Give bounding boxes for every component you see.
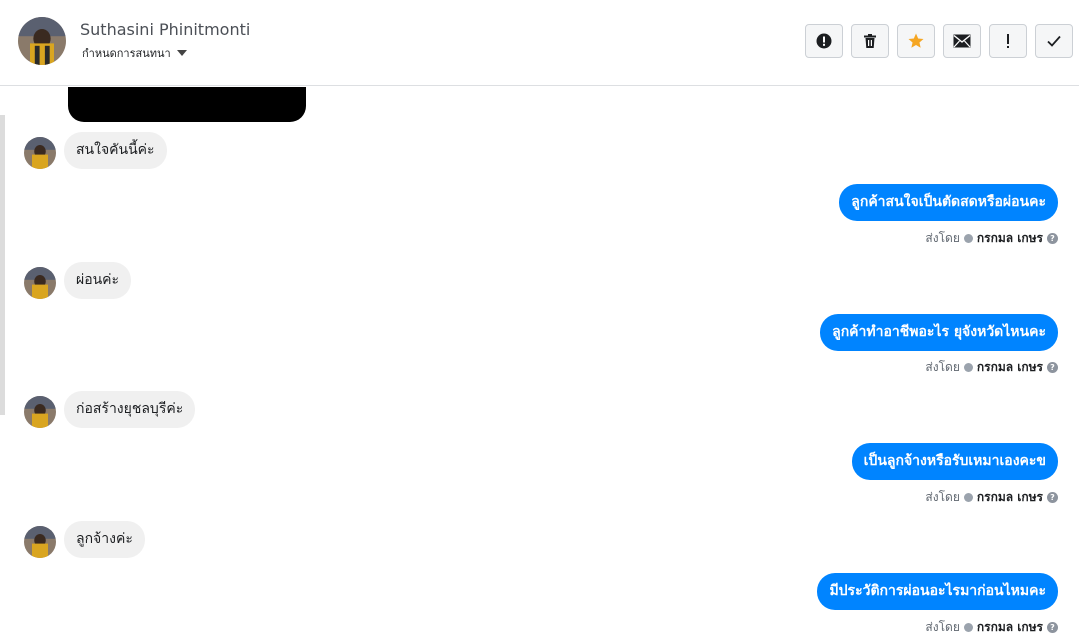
mark-unread-button[interactable] (943, 24, 981, 58)
star-button[interactable] (897, 24, 935, 58)
exclamation-circle-icon (816, 33, 832, 49)
message-thread: สนใจคันนี้ค่ะ ลูกค้าสนใจเป็นตัดสดหรือผ่อ… (0, 87, 1079, 644)
incoming-message: ก่อสร้างยุชลบุรีค่ะ (64, 391, 196, 428)
agent-name: กรกมล เกษร (976, 620, 1043, 634)
avatar-photo-icon (24, 267, 56, 299)
sent-by-label: ส่งโดย (925, 620, 960, 634)
avatar-photo-icon (24, 526, 56, 558)
verified-dot-icon (963, 234, 973, 243)
sent-by-label: ส่งโดย (925, 490, 960, 504)
star-icon (908, 33, 924, 48)
agent-name: กรกมล เกษร (976, 360, 1043, 374)
follow-up-button[interactable] (989, 24, 1027, 58)
contact-name[interactable]: Suthasini Phinitmonti (80, 20, 250, 39)
agent-name: กรกมล เกษร (976, 490, 1043, 504)
help-icon[interactable]: ? (1047, 622, 1058, 633)
sender-avatar (24, 396, 56, 428)
verified-dot-icon (963, 363, 973, 372)
sender-avatar (24, 267, 56, 299)
delete-button[interactable] (851, 24, 889, 58)
outgoing-message: มีประวัติการผ่อนอะไรมาก่อนไหมคะ (817, 573, 1058, 610)
assign-conversation-dropdown[interactable]: กำหนดการสนทนา (82, 44, 187, 62)
assign-label: กำหนดการสนทนา (82, 47, 171, 60)
conversation-header: Suthasini Phinitmonti กำหนดการสนทนา (0, 0, 1079, 86)
check-icon (1047, 35, 1061, 47)
avatar-photo-icon (24, 137, 56, 169)
contact-avatar[interactable] (18, 17, 66, 65)
verified-dot-icon (963, 623, 973, 632)
envelope-icon (953, 34, 971, 48)
sender-avatar (24, 137, 56, 169)
media-attachment[interactable] (68, 87, 306, 122)
avatar-photo-icon (18, 17, 66, 65)
sender-avatar (24, 526, 56, 558)
avatar-photo-icon (24, 396, 56, 428)
agent-name: กรกมล เกษร (976, 231, 1043, 245)
outgoing-message: ลูกค้าสนใจเป็นตัดสดหรือผ่อนคะ (839, 184, 1058, 221)
sent-by-info: ส่งโดย กรกมล เกษร ? (925, 488, 1058, 507)
help-icon[interactable]: ? (1047, 362, 1058, 373)
incoming-message: ลูกจ้างค่ะ (64, 521, 145, 558)
spam-button[interactable] (805, 24, 843, 58)
help-icon[interactable]: ? (1047, 233, 1058, 244)
verified-dot-icon (963, 493, 973, 502)
sent-by-label: ส่งโดย (925, 231, 960, 245)
sent-by-label: ส่งโดย (925, 360, 960, 374)
trash-icon (864, 34, 876, 48)
outgoing-message: ลูกค้าทำอาชีพอะไร ยุจังหวัดไหนคะ (820, 314, 1058, 351)
conversation-toolbar (805, 24, 1073, 58)
incoming-message: สนใจคันนี้ค่ะ (64, 132, 167, 169)
caret-down-icon (176, 50, 187, 56)
exclamation-icon (1007, 34, 1009, 48)
outgoing-message: เป็นลูกจ้างหรือรับเหมาเองคะข (851, 443, 1058, 480)
sent-by-info: ส่งโดย กรกมล เกษร ? (925, 618, 1058, 637)
help-icon[interactable]: ? (1047, 492, 1058, 503)
sent-by-info: ส่งโดย กรกมล เกษร ? (925, 229, 1058, 248)
incoming-message: ผ่อนค่ะ (64, 262, 132, 299)
sent-by-info: ส่งโดย กรกมล เกษร ? (925, 358, 1058, 377)
mark-done-button[interactable] (1035, 24, 1073, 58)
